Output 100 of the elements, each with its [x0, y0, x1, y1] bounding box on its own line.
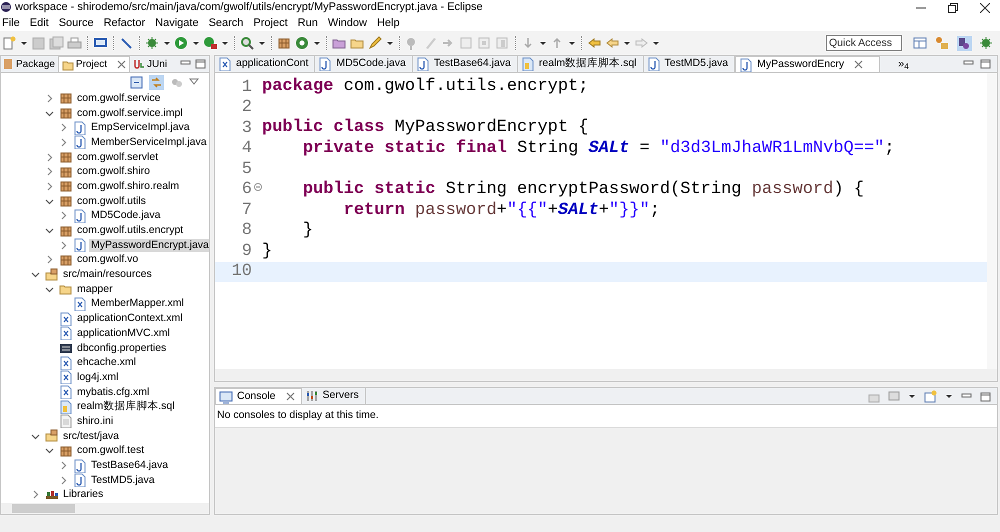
view-tab[interactable]: Servers — [302, 388, 366, 404]
code-text: MyPasswordEncrypt { — [394, 118, 588, 138]
tree-item[interactable]: com.gwolf.service — [75, 92, 162, 105]
close-icon[interactable] — [980, 2, 990, 12]
tree-item[interactable]: src/test/java — [61, 430, 122, 443]
tree-item[interactable]: com.gwolf.servlet — [75, 150, 160, 164]
caret-icon[interactable] — [945, 393, 953, 400]
tree-item[interactable]: com.gwolf.test — [75, 444, 146, 458]
tree-item[interactable]: com.gwolf.service.impl — [75, 106, 185, 120]
tree-item[interactable]: ehcache.xml — [75, 356, 138, 370]
tree-item[interactable]: applicationContext.xml — [75, 312, 185, 326]
code-text: "}}" — [608, 200, 650, 220]
editor-tab[interactable]: TestMD5.java — [644, 56, 736, 72]
tree-item[interactable]: realm数据库脚本.sql — [75, 400, 177, 414]
view-tab[interactable]: Console — [215, 388, 302, 404]
menu-item[interactable]: Window — [326, 16, 372, 30]
restore-icon[interactable] — [948, 2, 958, 12]
caret-icon[interactable] — [258, 40, 266, 46]
maximize-icon[interactable] — [980, 392, 991, 402]
tree-item[interactable]: TestBase64.java — [89, 459, 170, 472]
new-console-icon[interactable] — [924, 390, 937, 403]
maximize-icon[interactable] — [980, 59, 991, 69]
run-icon[interactable] — [174, 36, 189, 50]
package-icon — [59, 179, 73, 194]
tree-item[interactable]: com.gwolf.shiro — [75, 165, 152, 178]
tree-item[interactable]: com.gwolf.utils — [75, 194, 148, 208]
tree-item[interactable]: src/main/resources — [61, 268, 154, 282]
editor-tab[interactable]: TestBase64.java — [412, 56, 518, 72]
tree-item[interactable]: MemberMapper.xml — [89, 297, 186, 310]
tree-item[interactable]: MyPasswordEncrypt.java — [89, 238, 209, 252]
panel-tab[interactable]: Package — [1, 56, 58, 72]
caret-icon[interactable] — [163, 40, 171, 46]
caret-icon[interactable] — [539, 40, 547, 46]
menu-item[interactable]: Project — [251, 16, 293, 30]
maximize-icon[interactable] — [195, 59, 206, 69]
menu-item[interactable]: File — [0, 16, 25, 30]
sql-file-icon — [59, 400, 73, 414]
link-editor-icon[interactable] — [149, 74, 164, 90]
java-file-icon — [73, 458, 87, 473]
editor-tab[interactable]: applicationCont — [215, 56, 316, 72]
menu-item[interactable]: Search — [206, 16, 248, 30]
caret-icon[interactable] — [652, 40, 660, 46]
xml-file-icon — [59, 356, 73, 370]
debug-perspective-icon[interactable] — [979, 36, 994, 50]
package-icon[interactable] — [277, 36, 292, 50]
caret-icon[interactable] — [386, 40, 394, 46]
more-tabs-button[interactable]: »$_{4}$ — [898, 56, 909, 72]
panel-tab[interactable]: JUni — [130, 56, 170, 72]
tree-item[interactable]: mybatis.cfg.xml — [75, 386, 152, 399]
view-menu-icon[interactable] — [189, 78, 199, 86]
editor-tab[interactable]: realm数据库脚本.sql — [518, 56, 644, 72]
tree-item[interactable]: applicationMVC.xml — [75, 326, 172, 340]
tree-item[interactable]: shiro.ini — [75, 414, 116, 428]
new-file-icon[interactable] — [2, 36, 17, 50]
tree-item[interactable]: log4j.xml — [75, 370, 120, 384]
tree-item[interactable]: mapper — [75, 282, 115, 296]
menu-item[interactable]: Refactor — [102, 16, 150, 30]
menu-item[interactable]: Edit — [28, 16, 54, 30]
code-text: String — [517, 138, 580, 158]
fold-icon[interactable] — [254, 183, 262, 192]
tree-item[interactable]: MemberServiceImpl.java — [89, 136, 209, 149]
tree-item[interactable]: dbconfig.properties — [75, 342, 168, 355]
caret-icon[interactable] — [192, 40, 200, 46]
code-text: + — [598, 200, 609, 220]
tree-item[interactable]: MD5Code.java — [89, 209, 162, 222]
tree-item[interactable]: com.gwolf.utils.encrypt — [75, 224, 186, 238]
line-number: 7 — [242, 200, 252, 222]
code-text: } — [262, 242, 272, 261]
tree-item[interactable]: Libraries — [61, 488, 106, 502]
tree-item[interactable]: EmpServiceImpl.java — [89, 121, 192, 134]
menu-item[interactable]: Navigate — [153, 16, 204, 30]
window-title: workspace - shirodemo/src/main/java/com/gwolf/utils/encrypt/MyPasswordEncrypt.java - Eclipse — [15, 1, 483, 14]
menu-item[interactable]: Source — [56, 16, 99, 30]
line-number: 8 — [242, 220, 252, 242]
tree-item[interactable]: TestMD5.java — [89, 474, 157, 487]
layout-icon[interactable] — [913, 36, 928, 50]
panel-tab[interactable]: Project — [58, 56, 130, 72]
menu-item[interactable]: Help — [374, 16, 405, 30]
text-file-icon — [59, 414, 73, 428]
caret-icon[interactable] — [908, 393, 916, 400]
caret-icon[interactable] — [623, 40, 631, 46]
menu-item[interactable]: Run — [296, 16, 323, 30]
caret-icon[interactable] — [20, 40, 28, 46]
editor-tab[interactable]: MyPasswordEncry — [735, 56, 880, 72]
print-icon[interactable] — [67, 36, 82, 50]
quick-access-field[interactable]: Quick Access — [826, 35, 902, 51]
tree-item[interactable]: com.gwolf.vo — [75, 253, 140, 266]
tree-item[interactable]: com.gwolf.shiro.realm — [75, 180, 182, 193]
pencil-icon[interactable] — [368, 36, 383, 50]
caret-icon[interactable] — [221, 40, 229, 46]
collapse-all-icon[interactable] — [130, 76, 143, 88]
search-icon[interactable] — [240, 36, 255, 50]
caret-icon[interactable] — [568, 40, 576, 46]
code-text: SALt — [558, 200, 599, 220]
line-number: 10 — [232, 261, 252, 284]
scrollbar[interactable] — [215, 369, 997, 381]
editor-tab[interactable]: MD5Code.java — [315, 56, 413, 72]
scrollbar[interactable] — [1, 503, 209, 514]
bug-icon[interactable] — [145, 36, 160, 50]
caret-icon[interactable] — [313, 40, 321, 46]
